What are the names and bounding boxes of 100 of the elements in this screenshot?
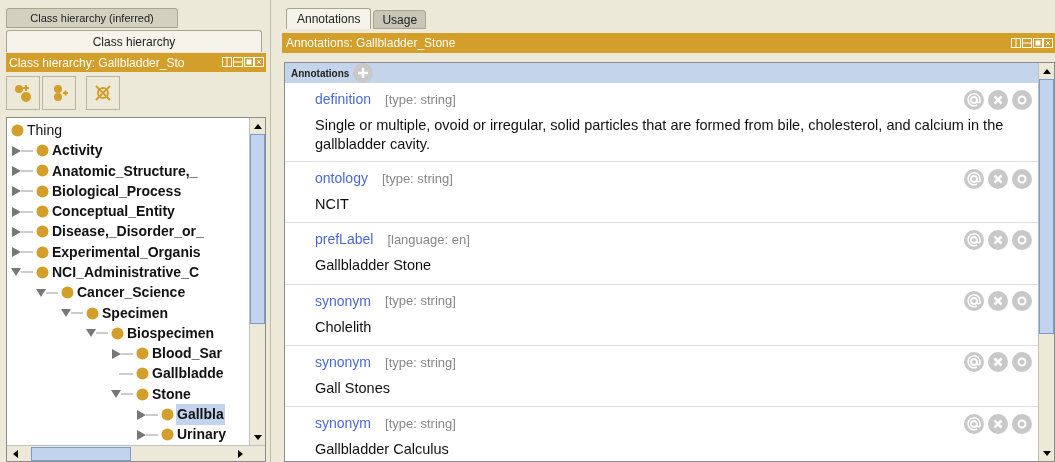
delete-icon[interactable] (988, 89, 1008, 110)
type-label: [type: string] (385, 414, 456, 433)
type-label: [type: string] (381, 169, 453, 188)
add-annotation-button[interactable] (353, 63, 374, 83)
property-link[interactable]: synonym (315, 413, 372, 435)
expand-icon[interactable] (11, 185, 36, 198)
expand-icon[interactable] (136, 408, 161, 421)
class-icon (36, 164, 49, 178)
property-link[interactable]: synonym (315, 290, 372, 312)
class-icon (136, 367, 149, 381)
annotate-icon[interactable] (964, 291, 984, 312)
class-icon (36, 245, 49, 259)
edit-icon[interactable] (1012, 229, 1032, 250)
class-icon (111, 326, 124, 340)
class-icon (36, 184, 49, 198)
class-icon (36, 265, 49, 279)
tree-item[interactable]: Thing (26, 119, 64, 141)
panel-title: Annotations: Gallbladder_Stone (286, 35, 457, 52)
scroll-up-icon[interactable] (1042, 68, 1051, 74)
tree-item[interactable]: Gallbladde (151, 363, 225, 385)
scroll-down-icon[interactable] (1042, 450, 1051, 456)
panel-tab[interactable]: Usage (373, 10, 427, 29)
delete-icon[interactable] (988, 291, 1008, 312)
type-label: [type: string] (385, 292, 456, 311)
scroll-down-icon[interactable] (253, 434, 262, 440)
class-icon (36, 144, 49, 158)
tree-item[interactable]: Cancer_Science (76, 282, 187, 304)
delete-icon[interactable] (988, 413, 1008, 434)
expand-icon[interactable] (11, 144, 36, 157)
add-subclass-button[interactable] (6, 76, 40, 111)
class-icon (36, 225, 49, 239)
property-link[interactable]: prefLabel (315, 229, 374, 251)
annotate-icon[interactable] (964, 168, 984, 189)
view-controls-icon[interactable] (1011, 37, 1053, 49)
edit-icon[interactable] (1012, 352, 1032, 373)
annotation-value: Gallbladder Calculus (315, 440, 450, 460)
type-label: [language: en] (387, 231, 470, 250)
scroll-up-icon[interactable] (253, 123, 262, 129)
annotation-value: Gallbladder Stone (315, 256, 433, 276)
class-icon (161, 428, 174, 442)
edit-icon[interactable] (1012, 168, 1032, 189)
tree-item[interactable]: Urinary (176, 424, 228, 445)
property-link[interactable]: synonym (315, 351, 372, 373)
panel-tab[interactable]: Class hierarchy (inferred) (6, 8, 178, 28)
annotation-value: Cholelith (315, 317, 373, 337)
expand-icon[interactable] (11, 165, 36, 177)
annotate-icon[interactable] (964, 352, 984, 373)
class-icon (61, 286, 74, 300)
delete-icon[interactable] (988, 168, 1008, 189)
delete-icon[interactable] (988, 229, 1008, 250)
tree-item[interactable]: Experimental_Organis (51, 241, 202, 263)
class-icon (86, 306, 99, 320)
tree-item[interactable]: Anatomic_Structure,_ (51, 160, 199, 182)
class-icon (36, 205, 49, 219)
edit-icon[interactable] (1012, 291, 1032, 312)
scroll-right-icon[interactable] (237, 449, 243, 458)
property-link[interactable]: ontology (315, 168, 368, 189)
tree-item[interactable]: Specimen (101, 302, 170, 324)
delete-icon[interactable] (988, 352, 1008, 373)
expand-icon[interactable] (11, 225, 36, 238)
add-sibling-button[interactable] (42, 76, 76, 111)
tree-item[interactable]: Biological_Process (51, 180, 183, 202)
type-label: [type: string] (385, 90, 456, 109)
annotation-value: Gall Stones (315, 378, 391, 398)
subclass-icon (13, 83, 33, 104)
section-label: Annotations (291, 66, 350, 81)
panel-tab[interactable]: Annotations (286, 8, 372, 29)
expand-icon[interactable] (11, 246, 36, 259)
class-icon (161, 408, 174, 422)
tree-item[interactable]: Stone (151, 383, 192, 405)
annotation-value: Single or multiple, ovoid or irregular, solid particles that are formed from bile, cholesterol, and calcium in the gallbladder cavity. (315, 116, 1005, 154)
class-icon (11, 123, 24, 137)
delete-class-button[interactable] (86, 76, 120, 111)
tree-item[interactable]: Activity (51, 140, 104, 162)
tree-item[interactable]: Blood_Sar (151, 343, 223, 365)
view-controls-icon[interactable] (222, 57, 264, 69)
expand-icon[interactable] (111, 347, 136, 360)
tree-item[interactable]: Disease,_Disorder_or_ (51, 221, 205, 243)
annotation-value: NCIT (315, 195, 350, 214)
horizontal-scrollbar[interactable] (7, 445, 265, 461)
vertical-scrollbar[interactable] (1038, 63, 1054, 461)
panel-title: Class hierarchy: Gallbladder_Sto (9, 54, 186, 72)
plus-icon (357, 67, 370, 79)
panel-tab[interactable]: Class hierarchy (6, 30, 262, 52)
annotate-icon[interactable] (964, 229, 984, 250)
tree-item[interactable]: NCI_Administrative_C (51, 262, 201, 283)
collapse-icon[interactable] (36, 286, 61, 299)
tree-item[interactable]: Biospecimen (126, 322, 216, 344)
property-link[interactable]: definition (315, 89, 372, 110)
expand-icon[interactable] (11, 205, 36, 218)
annotate-icon[interactable] (964, 413, 984, 434)
scroll-left-icon[interactable] (12, 449, 18, 458)
edit-icon[interactable] (1012, 413, 1032, 434)
expand-icon[interactable] (136, 428, 161, 441)
class-icon (136, 387, 149, 401)
edit-icon[interactable] (1012, 89, 1032, 110)
tree-item[interactable]: Gallbla (176, 404, 225, 426)
tree-item[interactable]: Conceptual_Entity (51, 201, 176, 223)
annotate-icon[interactable] (964, 89, 984, 110)
vertical-scrollbar[interactable] (249, 118, 265, 445)
